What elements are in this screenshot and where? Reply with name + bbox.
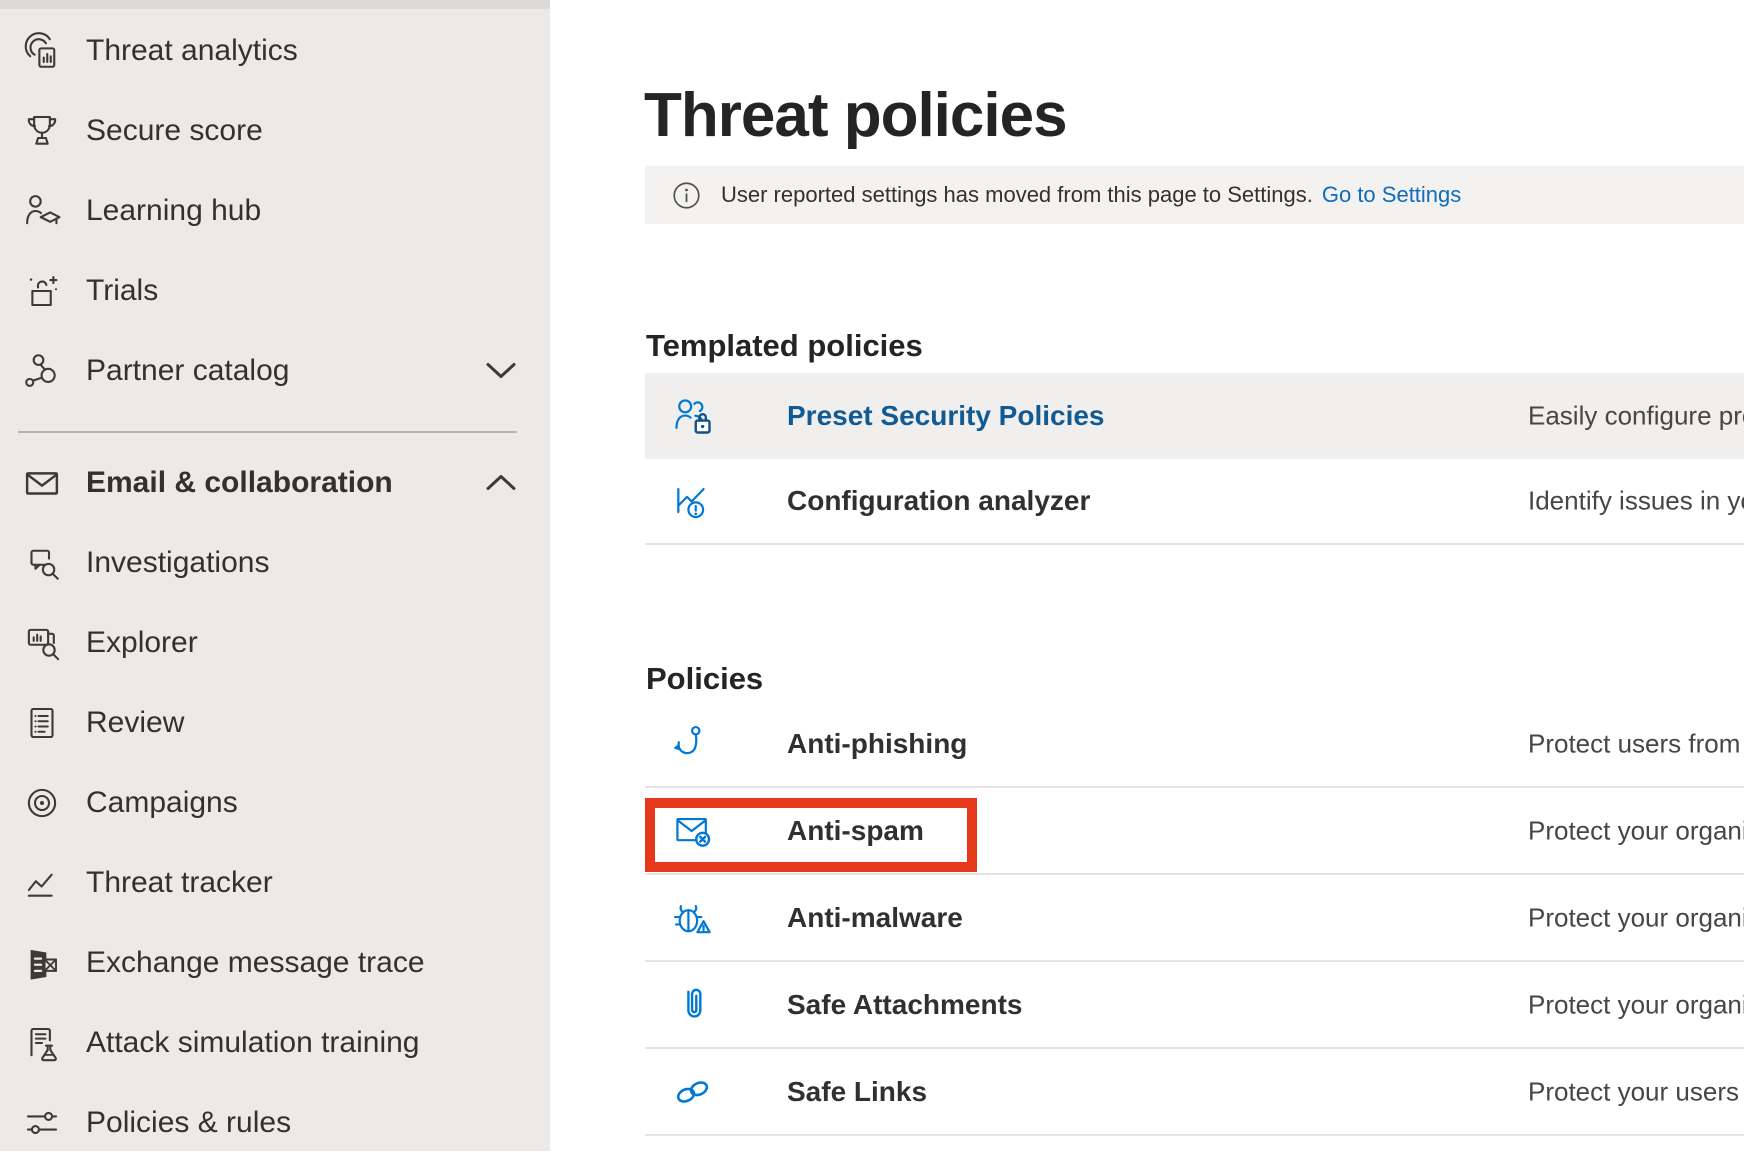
campaigns-icon (21, 782, 63, 824)
templated-policies-list: Preset Security Policies Easily configure… (645, 373, 1744, 545)
sidebar-group-top: Threat analyticsSecure scoreLearning hub… (0, 11, 550, 411)
policy-row-safe-attachments[interactable]: Safe Attachments Protect your organiz (645, 962, 1744, 1049)
sidebar-group-email-collaboration: Email & collaborationInvestigationsExplo… (0, 443, 550, 1163)
safe-attachments-icon (671, 983, 715, 1027)
policy-row-description: Protect users from p (1528, 728, 1744, 759)
anti-malware-icon (671, 896, 715, 940)
learning-hub-icon (21, 190, 63, 232)
page-title: Threat policies (644, 80, 1067, 151)
policy-row-label[interactable]: Safe Links (787, 1076, 927, 1108)
sidebar-item-label: Investigations (86, 523, 269, 603)
sidebar-item-partner-catalog[interactable]: Partner catalog (0, 331, 550, 411)
safe-links-icon (671, 1070, 715, 1114)
sidebar-item-exchange-message-trace[interactable]: Exchange message trace (0, 923, 550, 1003)
policy-row-anti-phishing[interactable]: Anti-phishing Protect users from p (645, 701, 1744, 788)
banner-text: User reported settings has moved from th… (721, 182, 1313, 208)
anti-phishing-icon (671, 722, 715, 766)
partner-catalog-icon (21, 350, 63, 392)
sidebar-item-trials[interactable]: Trials (0, 251, 550, 331)
policy-row-description: Identify issues in you (1528, 486, 1744, 517)
sidebar-item-label: Threat tracker (86, 843, 273, 923)
sidebar-item-policies-rules[interactable]: Policies & rules (0, 1083, 550, 1163)
sidebar-item-label: Review (86, 683, 184, 763)
sidebar-item-label: Partner catalog (86, 331, 289, 411)
sidebar-item-label: Attack simulation training (86, 1003, 420, 1083)
policy-row-description: Protect your users fr (1528, 1076, 1744, 1107)
explorer-icon (21, 622, 63, 664)
threat-tracker-icon (21, 862, 63, 904)
main-content: Threat policies User reported settings h… (550, 0, 1744, 1151)
threat-analytics-icon (21, 30, 63, 72)
policy-row-configuration-analyzer[interactable]: Configuration analyzer Identify issues in… (645, 459, 1744, 545)
policy-row-description: Protect your organiz (1528, 989, 1744, 1020)
policy-row-label[interactable]: Anti-malware (787, 902, 963, 934)
sidebar-top-edge (0, 0, 550, 9)
policy-row-description: Protect your organiz (1528, 815, 1744, 846)
info-banner: User reported settings has moved from th… (645, 166, 1744, 224)
sidebar-item-secure-score[interactable]: Secure score (0, 91, 550, 171)
sidebar: Threat analyticsSecure scoreLearning hub… (0, 0, 550, 1151)
sidebar-item-review[interactable]: Review (0, 683, 550, 763)
sidebar-item-label: Secure score (86, 91, 263, 171)
info-icon (671, 180, 702, 211)
sidebar-item-learning-hub[interactable]: Learning hub (0, 171, 550, 251)
trials-icon (21, 270, 63, 312)
preset-security-policies-icon (671, 394, 715, 438)
policy-row-label[interactable]: Anti-spam (787, 815, 924, 847)
sidebar-item-label: Explorer (86, 603, 198, 683)
email-collaboration-icon (21, 462, 63, 504)
sidebar-item-label: Email & collaboration (86, 443, 393, 523)
sidebar-item-investigations[interactable]: Investigations (0, 523, 550, 603)
sidebar-item-label: Learning hub (86, 171, 261, 251)
chevron-up-icon[interactable] (486, 474, 516, 491)
policy-row-label[interactable]: Preset Security Policies (787, 400, 1105, 432)
anti-spam-icon (671, 809, 715, 853)
policy-row-anti-malware[interactable]: Anti-malware Protect your organiz (645, 875, 1744, 962)
sidebar-item-email-collaboration[interactable]: Email & collaboration (0, 443, 550, 523)
policy-row-label[interactable]: Configuration analyzer (787, 485, 1090, 517)
policies-list: Anti-phishing Protect users from p Anti-sp… (645, 701, 1744, 1136)
sidebar-divider (18, 431, 517, 433)
section-heading-templated-policies: Templated policies (646, 328, 923, 364)
sidebar-item-label: Threat analytics (86, 11, 298, 91)
sidebar-item-label: Trials (86, 251, 158, 331)
exchange-message-trace-icon (21, 942, 63, 984)
sidebar-item-label: Policies & rules (86, 1083, 291, 1163)
go-to-settings-link[interactable]: Go to Settings (1322, 182, 1461, 208)
review-icon (21, 702, 63, 744)
policy-row-label[interactable]: Safe Attachments (787, 989, 1022, 1021)
sidebar-item-explorer[interactable]: Explorer (0, 603, 550, 683)
policy-row-preset-security-policies[interactable]: Preset Security Policies Easily configure… (645, 373, 1744, 459)
policy-row-description: Protect your organiz (1528, 902, 1744, 933)
attack-simulation-training-icon (21, 1022, 63, 1064)
sidebar-item-label: Campaigns (86, 763, 238, 843)
sidebar-item-label: Exchange message trace (86, 923, 425, 1003)
threat-policies-page: { "colors": { "sidebar_bg": "#eceae9", "… (0, 0, 1744, 1151)
policy-row-anti-spam[interactable]: Anti-spam Protect your organiz (645, 788, 1744, 875)
configuration-analyzer-icon (671, 479, 715, 523)
chevron-down-icon[interactable] (486, 362, 516, 379)
investigations-icon (21, 542, 63, 584)
policy-row-safe-links[interactable]: Safe Links Protect your users fr (645, 1049, 1744, 1136)
sidebar-item-attack-simulation-training[interactable]: Attack simulation training (0, 1003, 550, 1083)
sidebar-item-threat-analytics[interactable]: Threat analytics (0, 11, 550, 91)
sidebar-item-threat-tracker[interactable]: Threat tracker (0, 843, 550, 923)
secure-score-icon (21, 110, 63, 152)
section-heading-policies: Policies (646, 661, 763, 697)
policy-row-label[interactable]: Anti-phishing (787, 728, 967, 760)
sidebar-item-campaigns[interactable]: Campaigns (0, 763, 550, 843)
policies-rules-icon (21, 1102, 63, 1144)
policy-row-description: Easily configure prot (1528, 401, 1744, 432)
